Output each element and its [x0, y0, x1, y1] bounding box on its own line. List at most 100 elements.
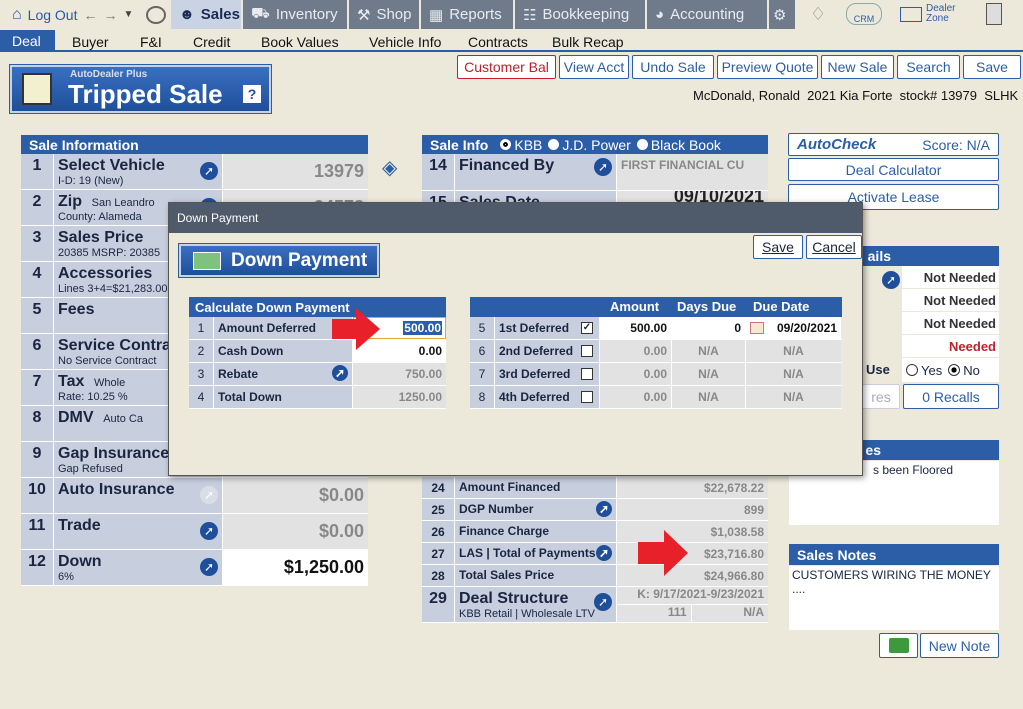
- recalls-button[interactable]: 0 Recalls: [903, 384, 999, 409]
- deferred-checkbox[interactable]: ✓: [581, 322, 593, 334]
- calc-table-header: Calculate Down Payment: [189, 297, 446, 317]
- sales-notes-box: CUSTOMERS WIRING THE MONEY ....: [789, 566, 999, 630]
- calculator-icon[interactable]: [986, 3, 1002, 25]
- back-arrow-icon[interactable]: ←: [84, 7, 98, 23]
- car-icon: ⛟: [251, 5, 270, 22]
- logout-button[interactable]: ⌂ Log Out ← → ▼: [4, 0, 141, 29]
- sale-totals: 24 Amount Financed $22,678.22 25 DGP Number ➚…: [422, 477, 768, 623]
- deal-calculator-button[interactable]: Deal Calculator: [788, 158, 999, 181]
- settings-button[interactable]: ⚙: [769, 0, 795, 29]
- deferred-checkbox[interactable]: [581, 391, 593, 403]
- folder-button[interactable]: [879, 633, 918, 658]
- total-row-28: 28 Total Sales Price $24,966.80: [422, 565, 768, 587]
- deferred-days[interactable]: 0: [671, 317, 745, 339]
- calc-row-2: 2 Cash Down 0.00: [189, 340, 446, 363]
- deferred-amount[interactable]: 500.00: [599, 317, 671, 339]
- tab-vehicle-info[interactable]: Vehicle Info: [357, 32, 453, 52]
- go-icon[interactable]: ➚: [594, 593, 612, 611]
- nav-inventory[interactable]: ⛟ Inventory: [243, 0, 347, 29]
- nav-shop[interactable]: ⚒ Shop: [349, 0, 419, 29]
- deferred-due-date: N/A: [745, 340, 841, 362]
- preview-quote-button[interactable]: Preview Quote: [717, 55, 818, 79]
- calendar-icon[interactable]: [750, 322, 764, 334]
- calc-row-4: 4 Total Down 1250.00: [189, 386, 446, 409]
- customer-info: McDonald, Ronald 2021 Kia Forte stock# 1…: [693, 88, 1019, 103]
- dialog-save-button[interactable]: Save: [753, 235, 803, 259]
- calc-row-1: 1 Amount Deferred 500.00: [189, 317, 446, 340]
- deferred-row-6: 6 2nd Deferred 0.00 N/A N/A: [470, 340, 842, 363]
- radio-jd-power[interactable]: J.D. Power: [548, 137, 631, 153]
- sale-row-12: 12 Down 6% ➚ $1,250.00: [21, 550, 368, 586]
- deal-structure-row: 29 Deal Structure KBB Retail | Wholesale L…: [422, 587, 768, 623]
- res-button[interactable]: res: [862, 384, 900, 409]
- nav-accounting[interactable]: ◕ Accounting: [647, 0, 767, 29]
- detail-status-2: Not Needed: [902, 289, 999, 311]
- crm-button[interactable]: CRM: [846, 3, 882, 25]
- sale-row-1: 1 Select Vehicle I-D: 19 (New) ➚ 13979: [21, 154, 368, 190]
- radio-yes[interactable]: Yes: [906, 363, 942, 378]
- deferred-amount: 0.00: [599, 386, 671, 408]
- tab-book-values[interactable]: Book Values: [249, 32, 351, 52]
- tab-fi[interactable]: F&I: [128, 32, 174, 52]
- detail-status-3: Not Needed: [902, 312, 999, 334]
- gear-icon: ⚙: [773, 6, 787, 24]
- save-button[interactable]: Save: [963, 55, 1021, 79]
- nav-reports[interactable]: ▦ Reports: [421, 0, 513, 29]
- help-button[interactable]: ?: [243, 85, 261, 103]
- use-radio-group: Yes No: [902, 358, 999, 382]
- undo-sale-button[interactable]: Undo Sale: [632, 55, 714, 79]
- nav-bookkeeping[interactable]: ☷ Bookkeeping: [515, 0, 645, 29]
- go-icon[interactable]: ➚: [332, 365, 348, 381]
- go-icon[interactable]: ➚: [200, 558, 218, 576]
- card-icon: [900, 6, 922, 22]
- red-arrow-annotation: [638, 530, 688, 576]
- go-icon[interactable]: ➚: [882, 271, 900, 289]
- go-icon[interactable]: ➚: [200, 522, 218, 540]
- tripped-sale-logo: AutoDealer Plus Tripped Sale ?: [10, 65, 271, 113]
- new-note-button[interactable]: New Note: [920, 633, 999, 658]
- autocheck-button[interactable]: AutoCheck Score: N/A: [788, 133, 999, 156]
- view-acct-button[interactable]: View Acct: [559, 55, 629, 79]
- pie-chart-icon: ◕: [655, 6, 665, 23]
- row-financed-by: 14 Financed By ➚ FIRST FINANCIAL CU: [422, 154, 768, 191]
- tab-buyer[interactable]: Buyer: [60, 32, 121, 52]
- deferred-days: N/A: [671, 363, 745, 385]
- checklist-icon: [22, 73, 52, 105]
- use-label: Use: [866, 362, 890, 377]
- chevron-down-icon[interactable]: ▼: [124, 9, 134, 20]
- tab-contracts[interactable]: Contracts: [456, 32, 540, 52]
- deferred-checkbox[interactable]: [581, 345, 593, 357]
- radio-kbb[interactable]: KBB: [500, 137, 542, 153]
- radio-no[interactable]: No: [948, 363, 980, 378]
- rebate-value: 750.00: [352, 363, 446, 385]
- search-button[interactable]: Search: [897, 55, 960, 79]
- deferred-due-date: N/A: [745, 386, 841, 408]
- user-icon[interactable]: [146, 6, 166, 24]
- dealer-zone-button[interactable]: Dealer Zone: [900, 3, 970, 25]
- deferred-row-5: 5 1st Deferred ✓ 500.00 0 09/20/2021: [470, 317, 842, 340]
- radio-black-book[interactable]: Black Book: [636, 137, 721, 153]
- go-icon[interactable]: ➚: [596, 501, 612, 517]
- total-down-value: 1250.00: [352, 386, 446, 408]
- tab-deal[interactable]: Deal: [0, 30, 55, 52]
- go-icon[interactable]: ➚: [594, 158, 612, 176]
- nav-sales[interactable]: ☻ Sales: [171, 0, 241, 29]
- deferred-due-date[interactable]: 09/20/2021: [745, 317, 841, 339]
- go-icon[interactable]: ➚: [200, 162, 218, 180]
- forward-arrow-icon[interactable]: →: [104, 7, 118, 23]
- sale-info-header: Sale Info KBB J.D. Power Black Book: [422, 135, 768, 154]
- deferred-checkbox[interactable]: [581, 368, 593, 380]
- new-sale-button[interactable]: New Sale: [821, 55, 894, 79]
- tab-bulk-recap[interactable]: Bulk Recap: [540, 32, 636, 52]
- red-arrow-annotation: [332, 308, 380, 350]
- total-row-26: 26 Finance Charge $1,038.58: [422, 521, 768, 543]
- go-icon[interactable]: ➚: [596, 545, 612, 561]
- customer-bal-button[interactable]: Customer Bal: [457, 55, 556, 79]
- bell-icon[interactable]: ♢: [810, 4, 826, 25]
- deferred-row-8: 8 4th Deferred 0.00 N/A N/A: [470, 386, 842, 409]
- sale-row-10: 10 Auto Insurance ➚ $0.00: [21, 478, 368, 514]
- dialog-cancel-button[interactable]: Cancel: [806, 235, 862, 259]
- money-icon: [193, 251, 221, 270]
- go-icon[interactable]: ➚: [200, 486, 218, 504]
- tab-credit[interactable]: Credit: [181, 32, 242, 52]
